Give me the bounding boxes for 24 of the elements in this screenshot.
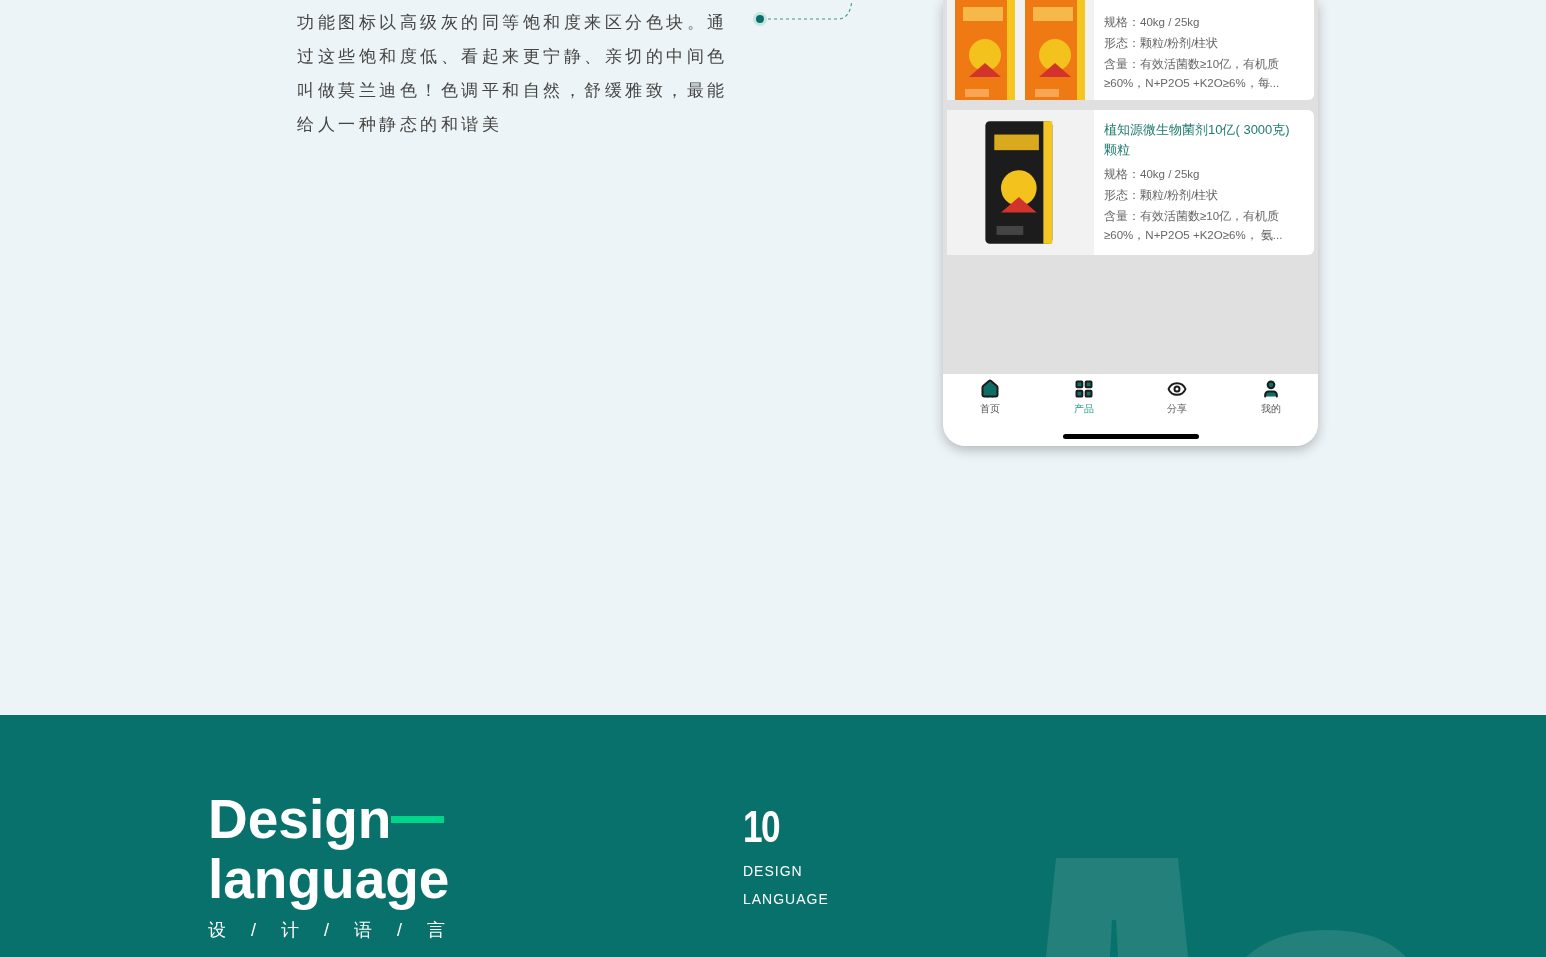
spec-text: 形态：颗粒/粉剂/柱状 <box>1104 36 1220 51</box>
spec-text: 规格：40kg / 25kg <box>1104 167 1201 182</box>
accent-bar <box>391 815 445 823</box>
subtitle-text: 设 / 计 / 语 / 言 <box>208 919 455 942</box>
description-text: 功能图标以高级灰的同等饱和度来区分色块。通过这些饱和度低、看起来更宁静、亲切的中间色叫做莫兰迪色！色调平和自然，舒缓雅致，最能给人一种静态的和谐美 <box>297 12 729 136</box>
spec-text: ≥60%，N+P2O5 +K2O≥6%， 氨... <box>1104 228 1284 243</box>
tab[interactable]: 产品 <box>1036 379 1131 416</box>
tab[interactable]: 我的 <box>1224 379 1318 416</box>
spec-text: 含量：有效活菌数≥10亿，有机质 <box>1104 209 1281 224</box>
spec-text: 规格：40kg / 25kg <box>1104 15 1201 30</box>
spec-text: ≥60%，N+P2O5 +K2O≥6%，每... <box>1104 76 1280 91</box>
tab[interactable]: 分享 <box>1130 379 1225 416</box>
section-title: Design <box>208 789 392 849</box>
spec-text: 形态：颗粒/粉剂/柱状 <box>1104 188 1220 203</box>
tab[interactable]: 首页 <box>943 379 1037 416</box>
product-title: 植知源微生物菌剂10亿( 3000克)颗粒 <box>1104 121 1291 159</box>
section-title: language <box>208 849 450 909</box>
grid-icon <box>1073 379 1094 399</box>
home-icon <box>979 379 1000 399</box>
section-number: 10 <box>743 805 780 849</box>
section-label: DESIGN <box>743 862 804 881</box>
eye-icon <box>1167 379 1188 399</box>
section-label: LANGUAGE <box>743 890 829 909</box>
spec-text: 含量：有效活菌数≥10亿，有机质 <box>1104 57 1280 72</box>
